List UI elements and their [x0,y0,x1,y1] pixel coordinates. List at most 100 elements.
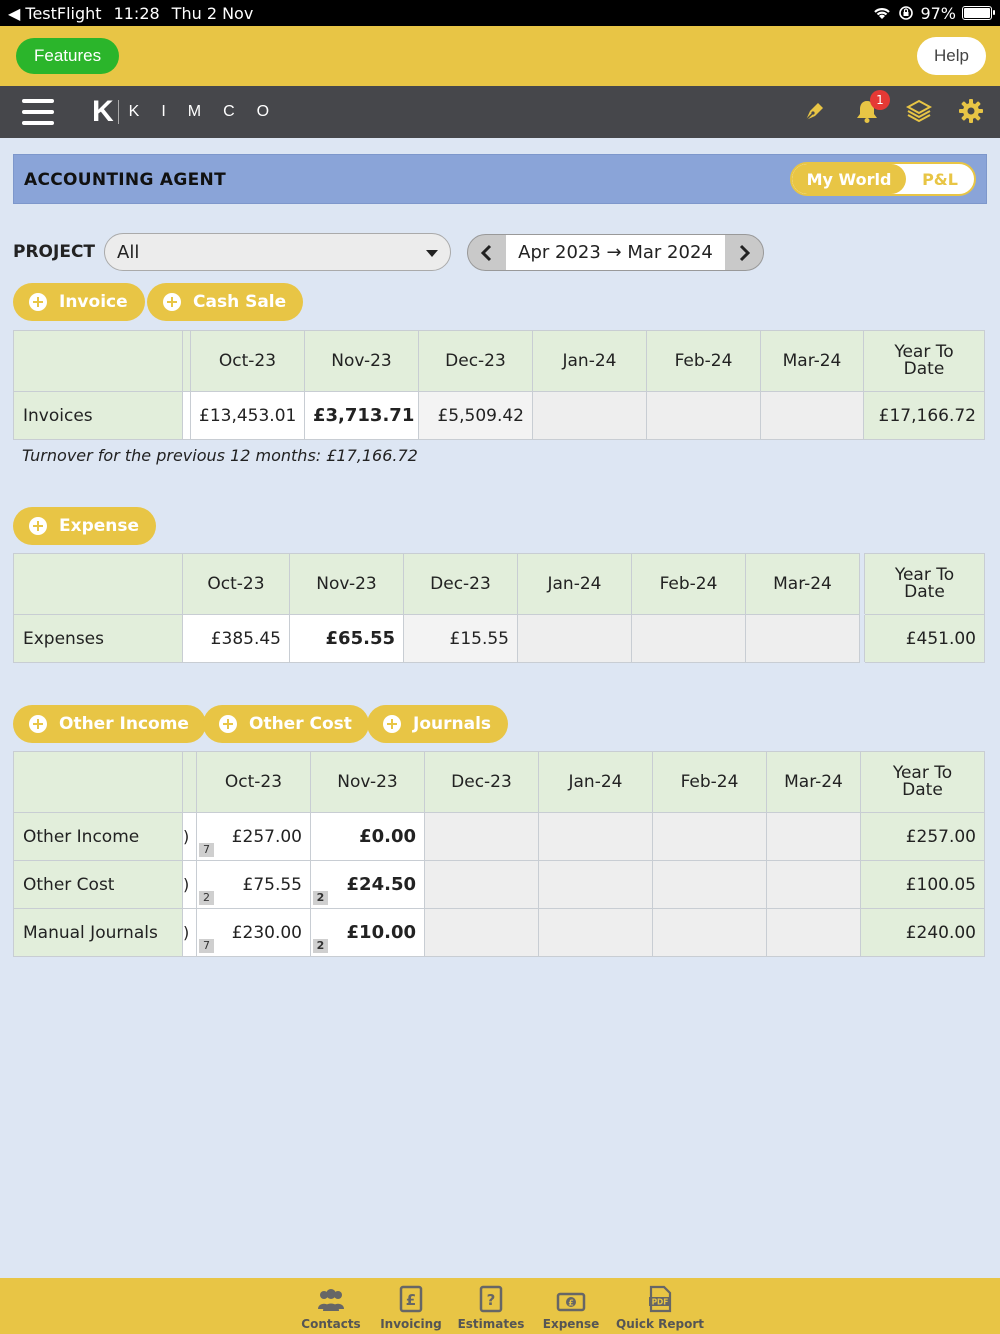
clipped-cell: ) [182,908,197,957]
chevron-left-icon [480,244,492,261]
empty-cell [652,812,767,861]
plus-icon [219,715,237,733]
month-header: Dec-23 [418,330,533,392]
project-select[interactable]: All [104,233,451,271]
tab-expense[interactable]: £ Expense [531,1278,611,1334]
ytd-header: Year To Date [863,330,985,392]
invoices-table: Oct-23 Nov-23 Dec-23 Jan-24 Feb-24 Mar-2… [13,330,985,440]
row-label: Other Income [13,812,183,861]
next-period-button[interactable] [725,235,763,270]
status-bar: ◀ TestFlight 11:28 Thu 2 Nov 97% [0,0,1000,26]
empty-cell [766,860,861,909]
plus-icon [383,715,401,733]
month-header: Mar-24 [766,751,861,813]
my-world-toggle[interactable]: My World [792,164,906,194]
value-cell[interactable]: £257.00 7 [196,812,311,861]
svg-text:£: £ [406,1291,416,1309]
header-blank-cell [13,751,183,813]
add-other-income-button[interactable]: Other Income [13,705,206,743]
month-header: Oct-23 [196,751,311,813]
page-title: ACCOUNTING AGENT [24,170,226,190]
gap-cell [182,391,191,440]
month-header: Mar-24 [760,330,864,392]
pl-toggle[interactable]: P&L [906,164,974,194]
logo-letter: K [92,95,114,128]
orientation-lock-icon [899,6,914,20]
pdf-icon: PDF [649,1285,672,1313]
value-cell[interactable]: £65.55 [289,614,404,663]
table-row: Expenses £385.45 £65.55 £15.55 £451.00 [13,614,985,663]
ytd-header: Year To Date [860,751,985,813]
tab-label: Estimates [457,1317,525,1331]
add-cash-sale-button[interactable]: Cash Sale [147,283,304,321]
month-header: Jan-24 [517,553,632,615]
add-invoice-button[interactable]: Invoice [13,283,145,321]
ytd-header: Year To Date [864,553,985,615]
question-document-icon: ? [479,1285,503,1313]
turnover-note: Turnover for the previous 12 months: £17… [22,446,418,465]
tab-contacts[interactable]: Contacts [291,1278,371,1334]
top-bar: Features Help [0,26,1000,86]
value-cell[interactable]: £3,713.71 [304,391,419,440]
add-invoice-label: Invoice [59,292,128,312]
plus-icon [29,517,47,535]
features-button[interactable]: Features [16,38,120,74]
tab-quick-report[interactable]: PDF Quick Report [611,1278,709,1334]
value-cell[interactable]: £10.00 2 [310,908,425,957]
value-cell[interactable]: £13,453.01 [190,391,305,440]
value-cell[interactable]: £230.00 7 [196,908,311,957]
svg-text:?: ? [487,1291,496,1309]
value-cell[interactable]: £75.55 2 [196,860,311,909]
add-journal-button[interactable]: Journals [367,705,509,743]
chevron-right-icon [739,244,751,261]
pen-icon[interactable] [802,98,828,124]
menu-icon[interactable] [22,99,54,125]
value-cell[interactable]: £0.00 [310,812,425,861]
help-button[interactable]: Help [917,37,986,75]
empty-cell [424,860,539,909]
value-cell[interactable]: £24.50 2 [310,860,425,909]
tab-invoicing[interactable]: £ Invoicing [371,1278,451,1334]
ytd-header-line2: Date [902,780,943,800]
plus-icon [163,293,181,311]
notifications-button[interactable]: 1 [854,90,890,124]
add-other-cost-button[interactable]: Other Cost [203,705,369,743]
value-cell[interactable]: £15.55 [403,614,518,663]
header-gap-cell [182,751,197,813]
wifi-icon [874,8,891,19]
month-header: Feb-24 [652,751,767,813]
previous-period-button[interactable] [468,235,506,270]
kimco-logo[interactable]: K KIMCO [92,95,291,128]
empty-cell [631,614,746,663]
table-header-row: Oct-23 Nov-23 Dec-23 Jan-24 Feb-24 Mar-2… [13,553,985,615]
status-date: Thu 2 Nov [171,3,254,23]
back-app-label: TestFlight [25,3,102,23]
back-to-app-link[interactable]: ◀ TestFlight [8,4,102,23]
battery-percent: 97% [920,3,956,23]
layers-icon[interactable] [906,98,932,124]
nav-bar: K KIMCO 1 [0,86,1000,138]
entry-count-badge: 2 [313,891,328,905]
value-cell[interactable]: £385.45 [182,614,290,663]
notification-badge: 1 [870,90,890,110]
empty-cell [652,908,767,957]
gear-icon[interactable] [958,98,984,124]
value-text: £230.00 [231,922,302,943]
pound-document-icon: £ [399,1285,423,1313]
month-header: Dec-23 [403,553,518,615]
add-expense-button[interactable]: Expense [13,507,157,545]
date-range-label: Apr 2023 → Mar 2024 [506,235,725,270]
ytd-cell: £257.00 [860,812,985,861]
svg-text:£: £ [568,1299,574,1308]
banknote-icon: £ [556,1292,586,1312]
header-blank-cell [13,330,183,392]
project-label: PROJECT [13,242,96,262]
table-row: Other Income ) £257.00 7 £0.00 £257.00 [13,812,985,861]
month-header: Feb-24 [631,553,746,615]
chevron-down-icon [426,250,438,257]
ytd-cell: £100.05 [860,860,985,909]
tab-estimates[interactable]: ? Estimates [451,1278,531,1334]
value-cell[interactable]: £5,509.42 [418,391,533,440]
empty-cell [745,614,860,663]
value-text: £257.00 [231,826,302,847]
